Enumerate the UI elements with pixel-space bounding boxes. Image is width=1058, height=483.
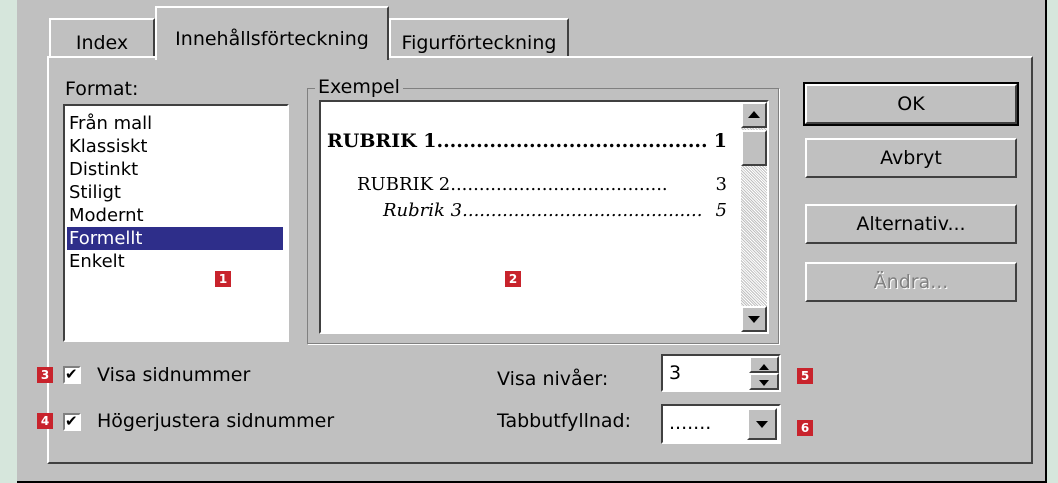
list-item[interactable]: Modernt <box>67 204 283 227</box>
cancel-button[interactable]: Avbryt <box>805 138 1017 178</box>
show-levels-label: Visa nivåer: <box>497 368 609 390</box>
up-arrow-icon <box>748 111 760 118</box>
ok-label: OK <box>897 93 925 115</box>
tab-figure-label: Figurförteckning <box>401 32 557 54</box>
show-page-numbers-label[interactable]: Visa sidnummer <box>97 364 250 386</box>
scroll-thumb[interactable] <box>741 130 767 166</box>
options-button[interactable]: Alternativ... <box>805 204 1017 244</box>
right-align-checkbox[interactable] <box>63 412 81 431</box>
tab-leader-select[interactable]: ....... <box>661 404 781 444</box>
options-label: Alternativ... <box>856 213 966 235</box>
preview-heading-2: RUBRIK 2 ...............................… <box>357 174 727 195</box>
list-item[interactable]: Klassiskt <box>67 135 283 158</box>
heading-1-page: 1 <box>713 130 727 152</box>
list-item[interactable]: Stiligt <box>67 181 283 204</box>
right-align-label[interactable]: Högerjustera sidnummer <box>97 410 334 432</box>
modify-button: Ändra... <box>805 262 1017 302</box>
format-label: Format: <box>65 78 139 100</box>
callout-badge: 6 <box>797 420 813 436</box>
callout-badge: 5 <box>797 368 813 384</box>
tab-figure-list[interactable]: Figurförteckning <box>389 18 569 58</box>
heading-3-text: Rubrik 3 <box>383 200 463 221</box>
heading-3-dots: ........................................… <box>462 200 703 221</box>
down-arrow-icon <box>748 316 760 323</box>
callout-badge: 2 <box>505 271 521 287</box>
tab-leader-label: Tabbutfyllnad: <box>497 410 632 432</box>
chevron-down-icon <box>756 421 768 428</box>
active-tab-joiner <box>157 54 387 60</box>
preview-heading-3: Rubrik 3 ...............................… <box>383 200 727 221</box>
format-list[interactable]: Från mall Klassiskt Distinkt Stiligt Mod… <box>63 104 289 342</box>
tab-toc-label: Innehållsförteckning <box>175 28 369 50</box>
list-item-selected[interactable]: Formellt <box>67 227 283 250</box>
tab-table-of-contents[interactable]: Innehållsförteckning <box>155 6 389 60</box>
heading-2-dots: ...................................... <box>450 174 668 195</box>
scroll-up-button[interactable] <box>741 102 767 128</box>
ok-button[interactable]: OK <box>803 82 1019 126</box>
preview-label: Exempel <box>315 76 403 98</box>
modify-label: Ändra... <box>873 271 949 293</box>
list-item[interactable]: Från mall <box>67 112 283 135</box>
preview-scrollbar[interactable] <box>741 102 767 332</box>
tab-leader-value: ....... <box>669 412 712 434</box>
preview-heading-1: RUBRIK 1 ...............................… <box>327 130 727 152</box>
heading-3-page: 5 <box>715 200 727 221</box>
cancel-label: Avbryt <box>880 147 942 169</box>
list-item[interactable]: Distinkt <box>67 158 283 181</box>
scroll-down-button[interactable] <box>741 306 767 332</box>
spin-up-icon <box>759 364 769 370</box>
heading-2-page: 3 <box>715 174 727 195</box>
show-page-numbers-checkbox[interactable] <box>63 365 81 384</box>
callout-badge: 4 <box>37 413 53 429</box>
spin-down-icon <box>759 380 769 386</box>
heading-1-text: RUBRIK 1 <box>327 130 437 152</box>
callout-badge: 1 <box>215 271 231 287</box>
tab-index-label: Index <box>75 32 129 54</box>
levels-value[interactable]: 3 <box>669 362 681 384</box>
heading-1-dots: ........................................… <box>436 130 708 152</box>
dropdown-button[interactable] <box>747 408 777 440</box>
callout-badge: 3 <box>37 367 53 383</box>
list-item[interactable]: Enkelt <box>67 250 283 273</box>
preview-box: RUBRIK 1 ...............................… <box>319 100 769 334</box>
toc-dialog: Index Innehållsförteckning Figurförteckn… <box>17 0 1047 483</box>
levels-spinner[interactable]: 3 <box>661 354 781 392</box>
spin-down-button[interactable] <box>749 373 779 390</box>
heading-2-text: RUBRIK 2 <box>357 174 451 195</box>
tab-index[interactable]: Index <box>49 18 155 58</box>
spin-up-button[interactable] <box>749 356 779 373</box>
